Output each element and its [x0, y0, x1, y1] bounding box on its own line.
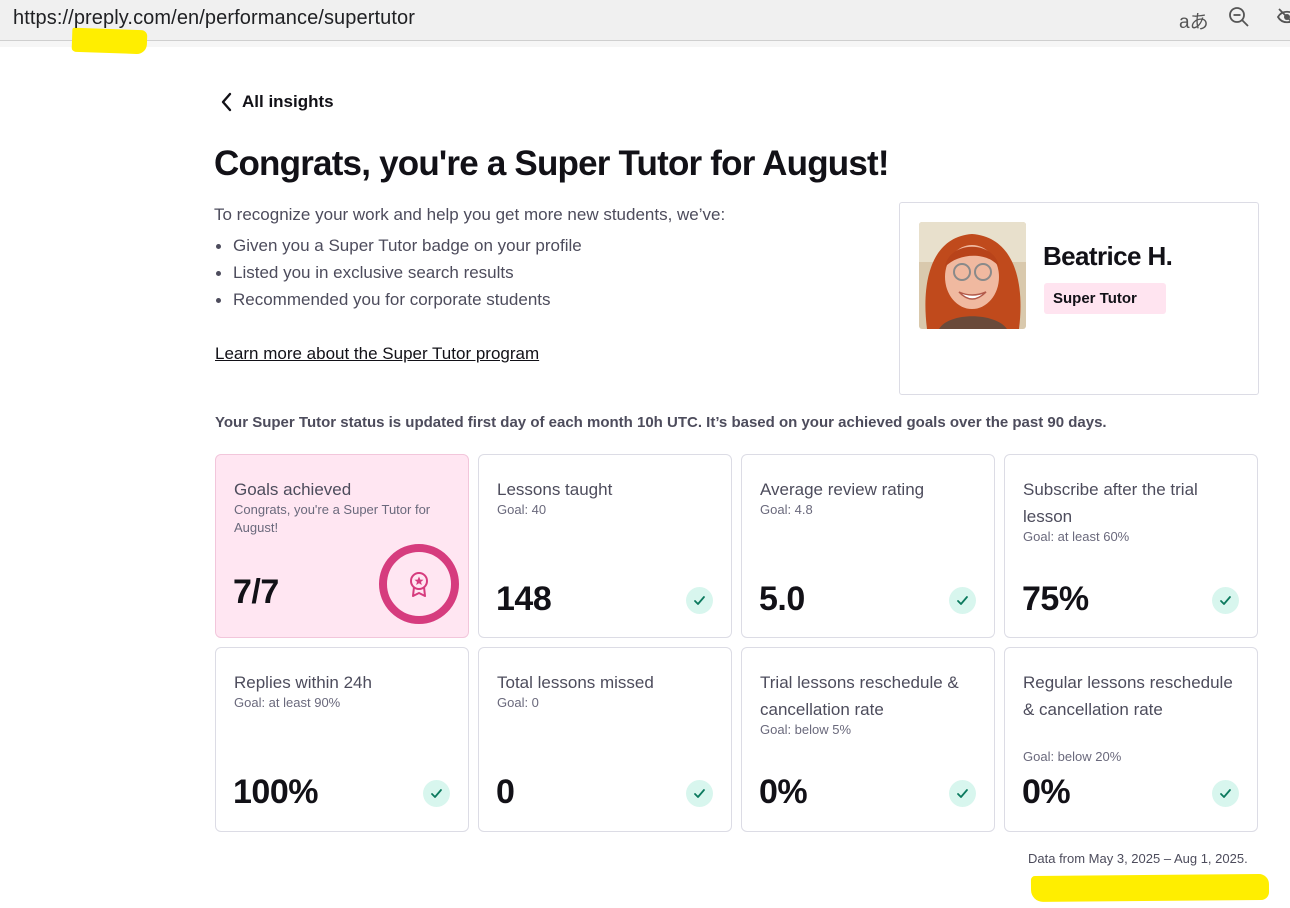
benefit-item: Given you a Super Tutor badge on your pr…	[214, 235, 582, 262]
check-icon	[949, 587, 976, 614]
check-icon	[1212, 780, 1239, 807]
status-note: Your Super Tutor status is updated first…	[215, 414, 1107, 431]
tutor-photo	[919, 222, 1026, 329]
metric-title: Regular lessons reschedule & cancellatio…	[1023, 673, 1233, 719]
metric-card-trial-reschedule-rate: Trial lessons reschedule & cancellation …	[741, 647, 995, 832]
benefit-item: Recommended you for corporate students	[214, 289, 582, 316]
url-field[interactable]: https://preply.com/en/performance/supert…	[13, 7, 415, 30]
metric-card-lessons-taught: Lessons taught Goal: 40 148	[478, 454, 732, 638]
metric-card-replies-24h: Replies within 24h Goal: at least 90% 10…	[215, 647, 469, 832]
intro-text: To recognize your work and help you get …	[214, 205, 726, 224]
metric-card-trial-subscribe: Subscribe after the trial lesson Goal: a…	[1004, 454, 1258, 638]
metric-value: 148	[496, 580, 552, 618]
metric-subtitle: Congrats, you're a Super Tutor for Augus…	[234, 502, 431, 535]
highlighter-mark	[71, 27, 148, 55]
metric-value: 100%	[233, 773, 318, 811]
toolbar-divider	[0, 41, 1290, 47]
metric-subtitle: Goal: at least 60%	[1023, 529, 1130, 544]
check-icon	[686, 587, 713, 614]
check-icon	[686, 780, 713, 807]
translate-icon[interactable]: aあ	[1179, 7, 1209, 34]
metric-value: 75%	[1022, 580, 1089, 618]
browser-address-bar: https://preply.com/en/performance/supert…	[0, 0, 1290, 55]
tracking-prevention-icon[interactable]	[1276, 6, 1290, 28]
metric-card-regular-reschedule-rate: Regular lessons reschedule & cancellatio…	[1004, 647, 1258, 832]
zoom-out-icon[interactable]	[1228, 6, 1250, 28]
metric-value: 5.0	[759, 580, 805, 618]
metric-subtitle: Goal: 4.8	[760, 502, 813, 517]
tutor-name: Beatrice H.	[1043, 241, 1173, 271]
metric-card-average-review-rating: Average review rating Goal: 4.8 5.0	[741, 454, 995, 638]
profile-card: Beatrice H. Super Tutor	[899, 202, 1259, 395]
check-icon	[423, 780, 450, 807]
metric-title: Subscribe after the trial lesson	[1023, 480, 1198, 526]
metric-value: 0%	[1022, 773, 1071, 811]
metric-subtitle: Goal: 0	[497, 695, 539, 710]
metric-value: 7/7	[233, 573, 279, 611]
metric-subtitle: Goal: below 5%	[760, 722, 852, 737]
metric-title: Trial lessons reschedule & cancellation …	[760, 673, 959, 719]
check-icon	[949, 780, 976, 807]
metric-subtitle: Goal: below 20%	[1023, 749, 1122, 764]
back-to-insights-link[interactable]: All insights	[218, 91, 334, 113]
check-icon	[1212, 587, 1239, 614]
learn-more-link[interactable]: Learn more about the Super Tutor program	[215, 344, 539, 364]
metric-card-lessons-missed: Total lessons missed Goal: 0 0	[478, 647, 732, 832]
benefit-item: Listed you in exclusive search results	[214, 262, 582, 289]
metric-subtitle: Goal: at least 90%	[234, 695, 341, 710]
metric-title: Average review rating	[760, 480, 925, 499]
super-tutor-badge: Super Tutor	[1044, 283, 1166, 314]
avatar	[919, 222, 1026, 329]
award-badge-icon	[379, 544, 459, 624]
metric-value: 0	[496, 773, 515, 811]
chevron-left-icon	[221, 92, 232, 112]
highlighter-mark	[1030, 873, 1270, 903]
metric-value: 0%	[759, 773, 808, 811]
back-link-label: All insights	[242, 92, 334, 111]
metric-subtitle: Goal: 40	[497, 502, 547, 517]
data-range-note: Data from May 3, 2025 – Aug 1, 2025.	[1028, 851, 1248, 866]
metric-card-goals-achieved: Goals achieved Congrats, you're a Super …	[215, 454, 469, 638]
benefits-list: Given you a Super Tutor badge on your pr…	[214, 235, 582, 316]
metric-title: Total lessons missed	[497, 673, 654, 692]
metric-title: Goals achieved	[234, 480, 352, 499]
metric-title: Lessons taught	[497, 480, 613, 499]
page-title: Congrats, you're a Super Tutor for Augus…	[214, 144, 890, 183]
metric-title: Replies within 24h	[234, 673, 372, 692]
